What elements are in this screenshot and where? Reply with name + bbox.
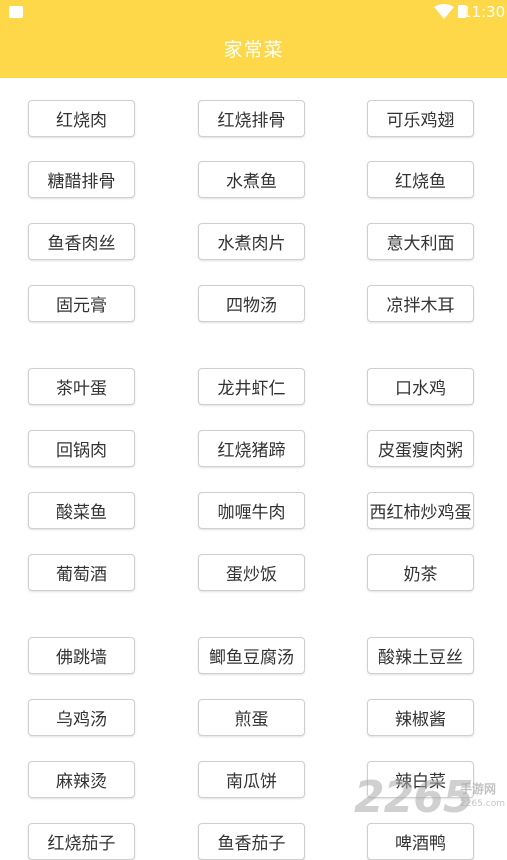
dish-button[interactable]: 酸辣土豆丝 [367, 637, 474, 674]
dish-button[interactable]: 南瓜饼 [198, 761, 305, 798]
watermark-text: 手游网 [460, 782, 497, 796]
dish-button[interactable]: 蛋炒饭 [198, 554, 305, 591]
dish-button[interactable]: 佛跳墙 [28, 637, 135, 674]
dish-button[interactable]: 回锅肉 [28, 430, 135, 467]
dish-button[interactable]: 四物汤 [198, 285, 305, 322]
dish-grid: 红烧肉 红烧排骨 可乐鸡翅 糖醋排骨 水煮鱼 红烧鱼 鱼香肉丝 水煮肉片 意大利… [0, 0, 507, 860]
dish-button[interactable]: 口水鸡 [367, 368, 474, 405]
dish-button[interactable]: 啤酒鸭 [367, 823, 474, 860]
dish-button[interactable]: 鱼香肉丝 [28, 223, 135, 260]
watermark-url: 2265.com [460, 799, 505, 809]
dish-button[interactable]: 奶茶 [367, 554, 474, 591]
dish-button[interactable]: 意大利面 [367, 223, 474, 260]
dish-button[interactable]: 可乐鸡翅 [367, 100, 474, 137]
dish-button[interactable]: 红烧排骨 [198, 100, 305, 137]
watermark-number: 2265 [354, 772, 473, 823]
dish-button[interactable]: 茶叶蛋 [28, 368, 135, 405]
dish-button[interactable]: 固元膏 [28, 285, 135, 322]
dish-button[interactable]: 乌鸡汤 [28, 699, 135, 736]
dish-button[interactable]: 龙井虾仁 [198, 368, 305, 405]
dish-button[interactable]: 酸菜鱼 [28, 492, 135, 529]
dish-button[interactable]: 皮蛋瘦肉粥 [367, 430, 474, 467]
dish-button[interactable]: 红烧茄子 [28, 823, 135, 860]
dish-button[interactable]: 红烧肉 [28, 100, 135, 137]
dish-button[interactable]: 葡萄酒 [28, 554, 135, 591]
dish-button[interactable]: 麻辣烫 [28, 761, 135, 798]
dish-button[interactable]: 凉拌木耳 [367, 285, 474, 322]
dish-button[interactable]: 西红柿炒鸡蛋 [367, 492, 474, 529]
dish-button[interactable]: 红烧猪蹄 [198, 430, 305, 467]
dish-button[interactable]: 鲫鱼豆腐汤 [198, 637, 305, 674]
dish-button[interactable]: 辣椒酱 [367, 699, 474, 736]
dish-button[interactable]: 糖醋排骨 [28, 161, 135, 198]
dish-button[interactable]: 红烧鱼 [367, 161, 474, 198]
dish-button[interactable]: 水煮肉片 [198, 223, 305, 260]
dish-button[interactable]: 煎蛋 [198, 699, 305, 736]
dish-button[interactable]: 鱼香茄子 [198, 823, 305, 860]
dish-button[interactable]: 水煮鱼 [198, 161, 305, 198]
dish-button[interactable]: 咖喱牛肉 [198, 492, 305, 529]
watermark: 2265 手游网 2265.com [354, 772, 505, 824]
